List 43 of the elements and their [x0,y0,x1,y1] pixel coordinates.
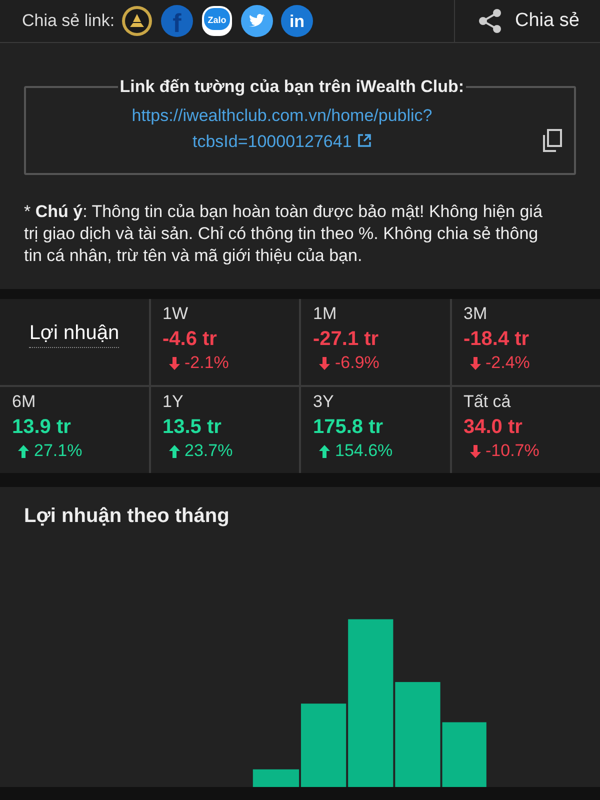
in-logo-icon[interactable]: in [280,5,313,37]
profit-value: 13.9 tr [12,415,72,440]
down-arrow-icon [470,356,480,370]
profit-change: 154.6% [313,441,438,461]
profit-value: -18.4 tr [464,327,530,352]
chart-title: Lợi nhuận theo tháng [24,505,230,528]
period-label: 1M [313,303,338,325]
up-arrow-icon [18,444,29,458]
external-link-icon[interactable] [356,133,372,148]
period-label: 6M [12,391,37,413]
period-label: 3Y [313,391,335,413]
profit-value: 13.5 tr [162,415,222,440]
up-arrow-icon [319,444,330,458]
up-arrow-icon [168,444,180,458]
period-label: 1Y [162,391,184,413]
share-icon [477,8,503,34]
emblem-icon[interactable] [120,5,153,37]
down-arrow-icon [319,356,330,370]
profit-value: -4.6 tr [162,327,218,352]
profit-title: Lợi nhuận [29,322,120,348]
profit-value: -27.1 tr [313,327,380,352]
period-label: Tất cả [464,391,512,413]
link-legend: Link đến tường của bạn trên iWealth Club: [118,77,466,97]
bird-logo-icon[interactable] [240,5,273,37]
copy-icon[interactable] [541,129,563,153]
down-arrow-icon [168,356,180,370]
share-label: Chia sẻ link: [22,11,115,31]
profile-link[interactable]: https://iwealthclub.com.vn/home/public? tcbsId=10000127641 [46,103,518,155]
share-button[interactable]: Chia sẻ [455,0,600,42]
chat-logo-icon[interactable]: Zalo [200,5,233,37]
bar [442,722,486,787]
period-label: 1W [162,303,189,325]
profit-value: 34.0 tr [464,415,524,440]
privacy-note: *Chú ý: Thông tin của bạn hoàn toàn được bảo mật! Không hiện giá trị giao dịch và tài sản. Chỉ có thông tin theo %. Không chia sẻ thông tin cá nhân, trừ tên và mã giới thiệu của bạn. [24,201,544,267]
profit-change: -2.4% [464,353,588,373]
profit-value: 175.8 tr [313,415,384,440]
profit-change: 23.7% [162,441,287,461]
period-label: 3M [464,303,488,325]
profit-change: -6.9% [313,353,438,373]
profit-change: -10.7% [464,441,588,461]
profit-change: -2.1% [162,353,287,373]
profit-change: 27.1% [12,441,136,461]
down-arrow-icon [470,444,480,458]
